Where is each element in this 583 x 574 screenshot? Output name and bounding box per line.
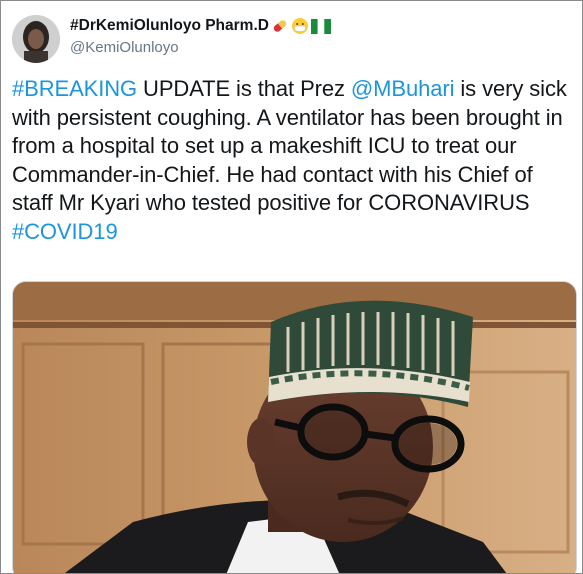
pill-icon — [271, 17, 289, 35]
author-handle[interactable]: @KemiOlunloyo — [70, 39, 331, 56]
nigeria-flag-icon — [310, 18, 331, 34]
hashtag-breaking[interactable]: #BREAKING — [12, 76, 137, 101]
display-name-text: #DrKemiOlunloyo Pharm.D — [70, 17, 269, 34]
tweet-media-photo[interactable] — [12, 281, 577, 573]
tweet-text-part-1: UPDATE is that Prez — [137, 76, 351, 101]
mention-mbuhari[interactable]: @MBuhari — [351, 76, 455, 101]
photo-image — [13, 282, 576, 573]
tweet-text: #BREAKING UPDATE is that Prez @MBuhari i… — [12, 75, 577, 246]
tweet-card: #DrKemiOlunloyo Pharm.D @KemiOlunloyo #B… — [0, 0, 583, 574]
author-names: #DrKemiOlunloyo Pharm.D @KemiOlunloyo — [70, 17, 331, 56]
hashtag-covid19[interactable]: #COVID19 — [12, 219, 118, 244]
display-name[interactable]: #DrKemiOlunloyo Pharm.D — [70, 17, 331, 35]
mask-face-icon — [291, 17, 309, 35]
tweet-header: #DrKemiOlunloyo Pharm.D @KemiOlunloyo — [12, 13, 572, 65]
avatar[interactable] — [12, 15, 60, 63]
